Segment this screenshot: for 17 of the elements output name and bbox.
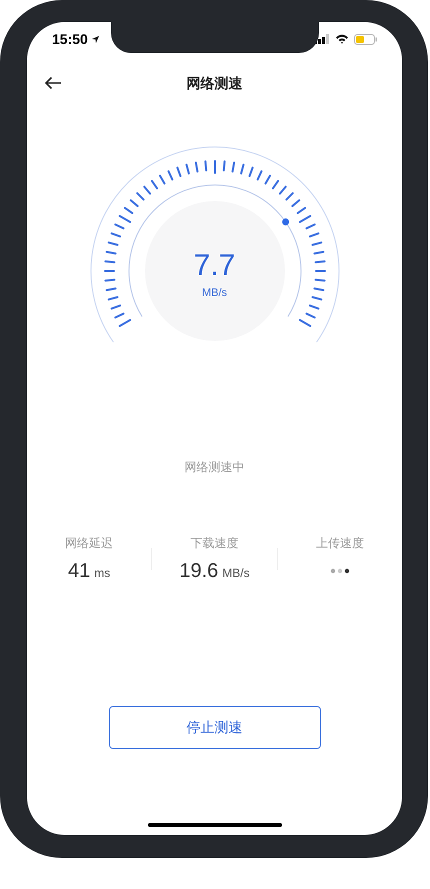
loading-dots-icon	[330, 568, 350, 574]
metric-label: 网络延迟	[65, 535, 114, 552]
metric-value: 41 ms	[68, 559, 110, 584]
metric-label: 上传速度	[316, 535, 364, 552]
speed-value: 7.7	[194, 248, 236, 284]
wifi-icon	[335, 34, 349, 44]
metric-value: 19.6 MB/s	[179, 559, 250, 584]
page-title: 网络测速	[186, 74, 242, 92]
speed-unit: MB/s	[202, 286, 228, 301]
metric-label: 下载速度	[190, 535, 238, 552]
back-arrow-icon	[44, 76, 62, 90]
clock: 15:50	[52, 30, 88, 48]
stop-test-button[interactable]: 停止测速	[108, 706, 320, 749]
battery-icon	[354, 34, 377, 44]
status-text: 网络测速中	[184, 459, 244, 476]
signal-icon	[314, 34, 330, 44]
location-arrow-icon	[90, 34, 100, 44]
